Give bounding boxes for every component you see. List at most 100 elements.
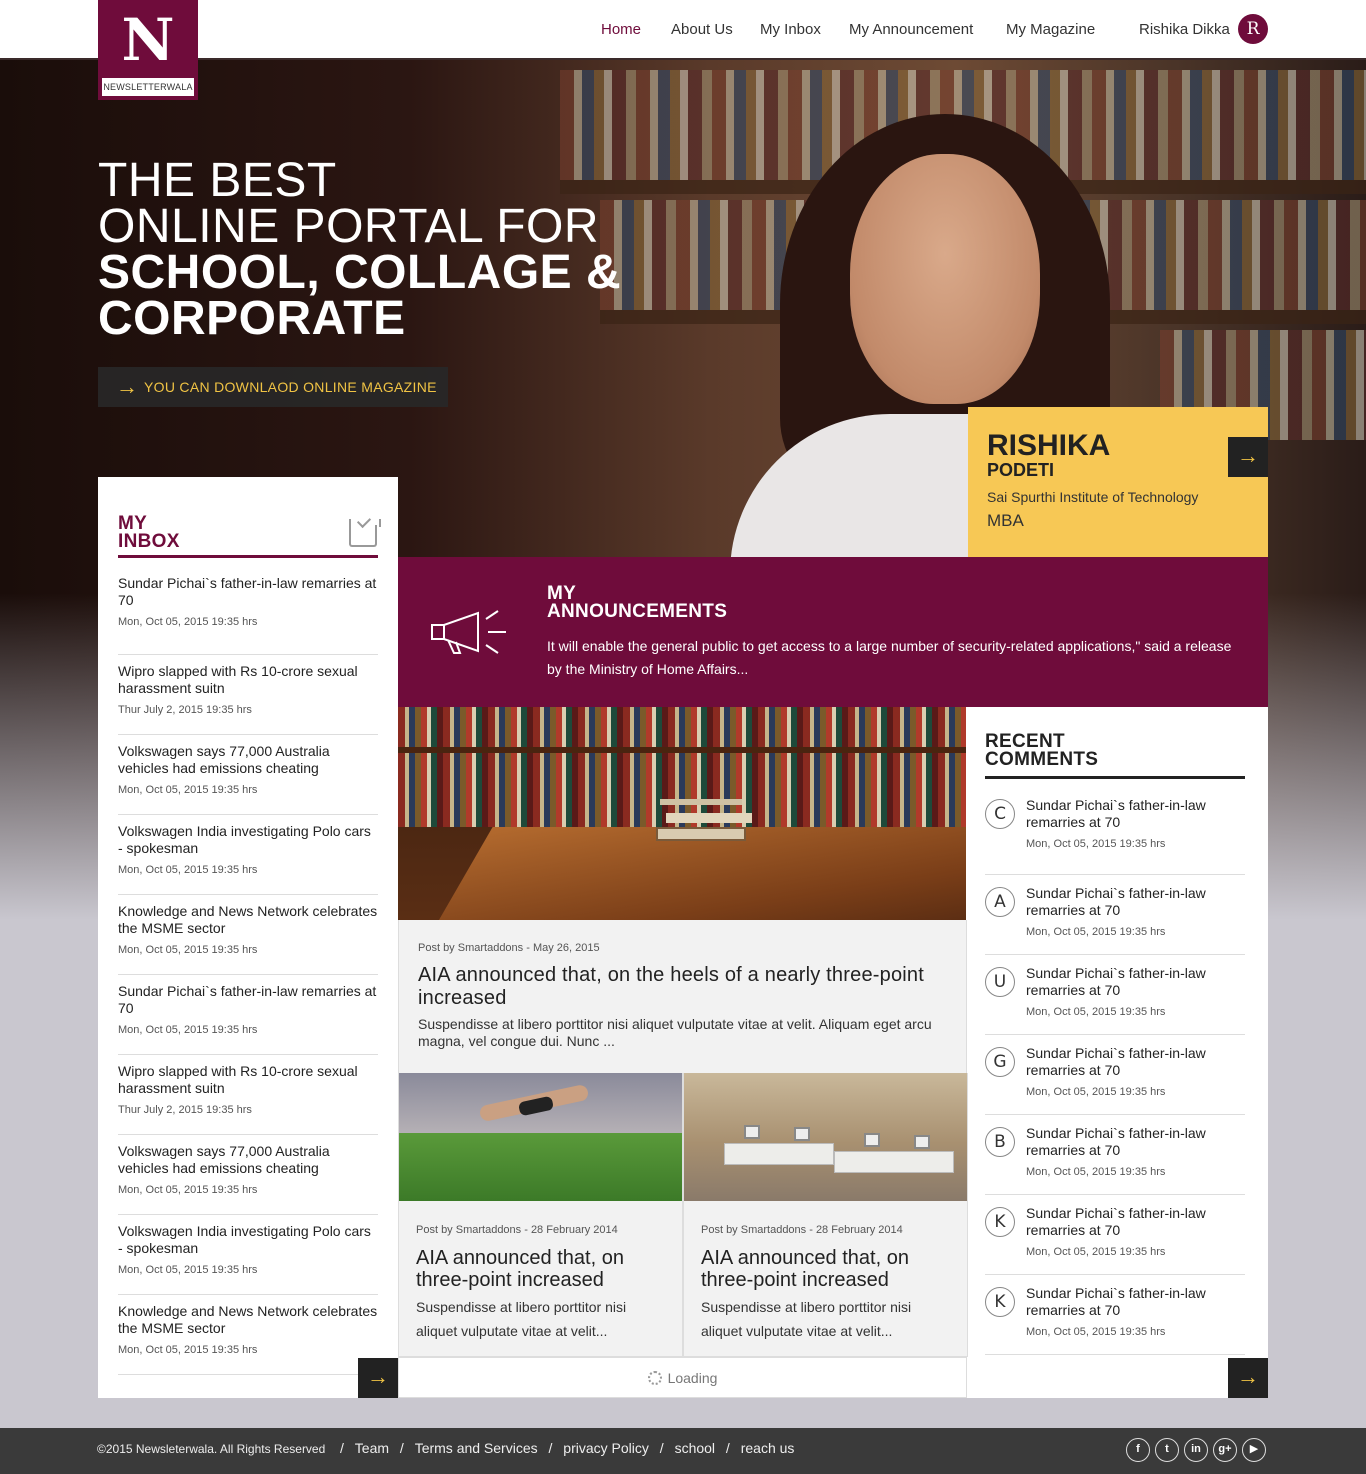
comment-avatar: A xyxy=(985,887,1015,917)
arrow-right-icon: → xyxy=(1237,1364,1259,1389)
high-jump-image[interactable] xyxy=(399,1073,682,1201)
comments-title-line-2: COMMENTS xyxy=(985,749,1099,770)
hero-headline: THE BEST ONLINE PORTAL FOR SCHOOL, COLLA… xyxy=(98,157,622,345)
my-inbox-panel: MY INBOX Sundar Pichai`s father-in-law r… xyxy=(98,477,398,1398)
comment-item[interactable]: G Sundar Pichai`s father-in-law remarries… xyxy=(985,1035,1245,1115)
loading-indicator[interactable]: Loading xyxy=(398,1357,967,1398)
comments-more-button[interactable]: → xyxy=(1228,1358,1268,1398)
nav-about-us[interactable]: About Us xyxy=(671,21,733,38)
separator: / xyxy=(548,1440,553,1456)
comment-item[interactable]: C Sundar Pichai`s father-in-law remarries… xyxy=(985,795,1245,875)
comment-item[interactable]: K Sundar Pichai`s father-in-law remarries… xyxy=(985,1275,1245,1355)
profile-institute: Sai Spurthi Institute of Technology xyxy=(987,489,1199,505)
site-logo[interactable]: N NEWSLETTERWALA xyxy=(98,0,198,100)
inbox-item[interactable]: Knowledge and News Network celebrates th… xyxy=(118,895,378,975)
inbox-item-title: Volkswagen India investigating Polo cars… xyxy=(118,1223,371,1256)
arrow-right-icon: → xyxy=(116,374,139,399)
inbox-item-date: Mon, Oct 05, 2015 19:35 hrs xyxy=(118,944,258,956)
announcement-text[interactable]: It will enable the general public to get… xyxy=(547,635,1237,681)
inbox-item-date: Mon, Oct 05, 2015 19:35 hrs xyxy=(118,864,258,876)
footer-links: / Team / Terms and Services / privacy Po… xyxy=(337,1440,798,1456)
comment-avatar: B xyxy=(985,1127,1015,1157)
shelf xyxy=(398,747,966,753)
library-image[interactable] xyxy=(398,707,966,920)
inbox-item[interactable]: Wipro slapped with Rs 10-crore sexual ha… xyxy=(118,1055,378,1135)
inbox-item-date: Mon, Oct 05, 2015 19:35 hrs xyxy=(118,1184,258,1196)
youtube-icon[interactable]: ▶ xyxy=(1242,1438,1266,1462)
person-face xyxy=(850,154,1040,404)
inbox-item[interactable]: Sundar Pichai`s father-in-law remarries … xyxy=(118,975,378,1055)
office-desk xyxy=(834,1151,954,1173)
nav-my-inbox[interactable]: My Inbox xyxy=(760,21,821,38)
post-byline: Post by Smartaddons - 28 February 2014 xyxy=(701,1224,903,1236)
comments-title-underline xyxy=(985,776,1245,779)
inbox-more-button[interactable]: → xyxy=(358,1358,398,1398)
comment-avatar: K xyxy=(985,1207,1015,1237)
post-excerpt: Suspendisse at libero porttitor nisi ali… xyxy=(418,1016,932,1049)
comments-list: C Sundar Pichai`s father-in-law remarries… xyxy=(985,795,1245,1355)
inbox-item-title: Wipro slapped with Rs 10-crore sexual ha… xyxy=(118,663,358,696)
comment-title: Sundar Pichai`s father-in-law remarries … xyxy=(1026,797,1206,830)
inbox-item-date: Mon, Oct 05, 2015 19:35 hrs xyxy=(118,1344,258,1356)
footer-link-reach-us[interactable]: reach us xyxy=(741,1440,795,1456)
footer-link-team[interactable]: Team xyxy=(355,1440,389,1456)
inbox-item-date: Mon, Oct 05, 2015 19:35 hrs xyxy=(118,1024,258,1036)
megaphone-icon xyxy=(431,610,506,654)
small-post: Post by Smartaddons - 28 February 2014 A… xyxy=(398,1073,683,1357)
headline-line-3: SCHOOL, COLLAGE & xyxy=(98,246,622,299)
inbox-item[interactable]: Volkswagen says 77,000 Australia vehicle… xyxy=(118,1135,378,1215)
footer-link-school[interactable]: school xyxy=(675,1440,715,1456)
post-title[interactable]: AIA announced that, on three-point incre… xyxy=(701,1247,961,1291)
headline-line-2: ONLINE PORTAL FOR xyxy=(98,200,600,253)
post-title[interactable]: AIA announced that, on the heels of a ne… xyxy=(418,964,938,1010)
nav-my-announcement[interactable]: My Announcement xyxy=(849,21,973,38)
separator: / xyxy=(659,1440,664,1456)
avatar[interactable]: R xyxy=(1238,14,1268,44)
comment-title: Sundar Pichai`s father-in-law remarries … xyxy=(1026,1205,1206,1238)
inbox-item[interactable]: Wipro slapped with Rs 10-crore sexual ha… xyxy=(118,655,378,735)
profile-next-button[interactable]: → xyxy=(1228,437,1268,477)
comment-item[interactable]: A Sundar Pichai`s father-in-law remarries… xyxy=(985,875,1245,955)
footer-link-privacy[interactable]: privacy Policy xyxy=(563,1440,649,1456)
linkedin-icon[interactable]: in xyxy=(1184,1438,1208,1462)
comment-item[interactable]: U Sundar Pichai`s father-in-law remarries… xyxy=(985,955,1245,1035)
user-name[interactable]: Rishika Dikka xyxy=(1139,21,1230,38)
facebook-icon[interactable]: f xyxy=(1126,1438,1150,1462)
comment-item[interactable]: B Sundar Pichai`s father-in-law remarries… xyxy=(985,1115,1245,1195)
inbox-item[interactable]: Knowledge and News Network celebrates th… xyxy=(118,1295,378,1375)
inbox-item[interactable]: Sundar Pichai`s father-in-law remarries … xyxy=(118,575,378,655)
separator: / xyxy=(340,1440,344,1456)
arrow-right-icon: → xyxy=(1237,443,1259,468)
announcements-title-line-2: ANNOUNCEMENTS xyxy=(547,601,728,622)
office-image[interactable] xyxy=(684,1073,967,1201)
bookshelf-wall xyxy=(398,707,966,827)
spinner-icon xyxy=(647,1371,662,1385)
post-title[interactable]: AIA announced that, on three-point incre… xyxy=(416,1247,676,1291)
inbox-title-underline xyxy=(118,555,378,558)
inbox-item-date: Mon, Oct 05, 2015 19:35 hrs xyxy=(118,1264,258,1276)
inbox-item-date: Thur July 2, 2015 19:35 hrs xyxy=(118,704,252,716)
inbox-item[interactable]: Volkswagen India investigating Polo cars… xyxy=(118,1215,378,1295)
comment-date: Mon, Oct 05, 2015 19:35 hrs xyxy=(1026,1326,1166,1338)
inbox-item[interactable]: Volkswagen says 77,000 Australia vehicle… xyxy=(118,735,378,815)
arrow-right-icon: → xyxy=(367,1364,389,1389)
inbox-item[interactable]: Volkswagen India investigating Polo cars… xyxy=(118,815,378,895)
footer-link-terms[interactable]: Terms and Services xyxy=(415,1440,538,1456)
headline-line-4: CORPORATE xyxy=(98,292,406,345)
top-navbar: Home About Us My Inbox My Announcement M… xyxy=(0,0,1366,60)
inbox-item-title: Volkswagen says 77,000 Australia vehicle… xyxy=(118,743,330,776)
comment-date: Mon, Oct 05, 2015 19:35 hrs xyxy=(1026,1006,1166,1018)
twitter-icon[interactable]: t xyxy=(1155,1438,1179,1462)
post-excerpt: Suspendisse at libero porttitor nisi ali… xyxy=(416,1299,627,1339)
comment-avatar: U xyxy=(985,967,1015,997)
nav-home[interactable]: Home xyxy=(601,21,641,38)
inbox-item-title: Sundar Pichai`s father-in-law remarries … xyxy=(118,575,377,608)
inbox-list: Sundar Pichai`s father-in-law remarries … xyxy=(118,575,378,1375)
googleplus-icon[interactable]: g+ xyxy=(1213,1438,1237,1462)
inbox-item-title: Knowledge and News Network celebrates th… xyxy=(118,1303,378,1336)
comment-date: Mon, Oct 05, 2015 19:35 hrs xyxy=(1026,1086,1166,1098)
comment-item[interactable]: K Sundar Pichai`s father-in-law remarries… xyxy=(985,1195,1245,1275)
announcements-panel: MY ANNOUNCEMENTS It will enable the gene… xyxy=(398,557,1268,707)
nav-my-magazine[interactable]: My Magazine xyxy=(1006,21,1095,38)
download-magazine-button[interactable]: → YOU CAN DOWNLAOD ONLINE MAGAZINE xyxy=(98,367,448,407)
